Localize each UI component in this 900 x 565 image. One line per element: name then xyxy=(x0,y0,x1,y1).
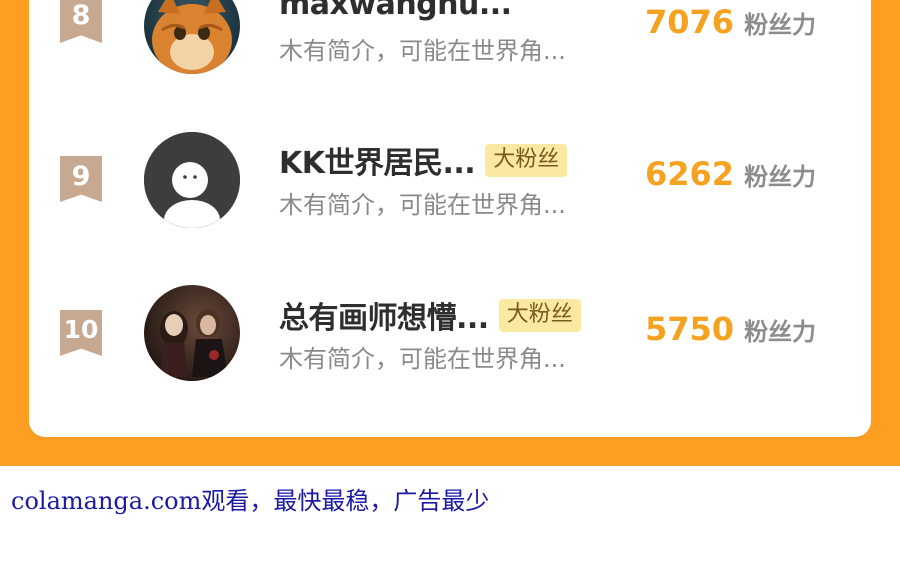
rank-badge: 9 xyxy=(60,156,102,202)
fan-power-unit: 粉丝力 xyxy=(744,163,817,191)
source-watermark-text: colamanga.com观看，最快最稳，广告最少 xyxy=(11,487,490,515)
default-ghost-avatar-icon xyxy=(144,132,240,228)
ranking-card: 8 maxwanghu... 木有简介，可能在世界角... 7076 粉丝力 9… xyxy=(29,0,871,437)
big-fan-badge: 大粉丝 xyxy=(498,298,581,332)
rank-number: 8 xyxy=(71,0,91,31)
cat-photo-avatar-icon xyxy=(144,0,240,74)
user-bio: 木有简介，可能在世界角... xyxy=(279,37,566,65)
user-name[interactable]: maxwanghu... xyxy=(279,0,512,22)
fan-power-score: 5750 粉丝力 xyxy=(645,310,816,348)
page: 8 maxwanghu... 木有简介，可能在世界角... 7076 粉丝力 9… xyxy=(0,0,900,565)
ranking-row[interactable]: 9 KK世界居民... 大粉丝 木有简介，可能在世界角... 6262 粉丝力 xyxy=(29,125,871,235)
user-avatar[interactable] xyxy=(144,285,240,381)
fan-power-unit: 粉丝力 xyxy=(744,11,817,39)
rank-number: 10 xyxy=(63,315,99,344)
user-name-line: KK世界居民... 大粉丝 xyxy=(279,138,568,182)
user-name[interactable]: KK世界居民... xyxy=(279,138,476,182)
rank-number: 9 xyxy=(71,161,91,192)
user-bio: 木有简介，可能在世界角... xyxy=(279,345,566,373)
user-avatar[interactable] xyxy=(144,0,240,74)
ranking-row[interactable]: 8 maxwanghu... 木有简介，可能在世界角... 7076 粉丝力 xyxy=(29,0,871,80)
fan-power-score: 7076 粉丝力 xyxy=(645,3,816,41)
user-name-line: maxwanghu... xyxy=(279,0,512,24)
rank-badge: 8 xyxy=(60,0,102,43)
fan-power-value: 6262 xyxy=(645,155,735,193)
user-bio: 木有简介，可能在世界角... xyxy=(279,191,566,219)
big-fan-badge: 大粉丝 xyxy=(485,143,568,177)
ranking-row[interactable]: 10 总有画师想懵... 大粉丝 木有简介，可能在世界角... 5750 粉丝力 xyxy=(29,279,871,389)
user-avatar[interactable] xyxy=(144,132,240,228)
fan-power-unit: 粉丝力 xyxy=(744,318,817,346)
fan-power-score: 6262 粉丝力 xyxy=(645,155,816,193)
fan-power-value: 5750 xyxy=(645,310,735,348)
fan-power-value: 7076 xyxy=(645,3,735,41)
anime-art-avatar-icon xyxy=(144,285,240,381)
rank-badge: 10 xyxy=(60,310,102,356)
user-name[interactable]: 总有画师想懵... xyxy=(279,293,489,337)
user-name-line: 总有画师想懵... 大粉丝 xyxy=(279,293,581,337)
ranking-panel-background: 8 maxwanghu... 木有简介，可能在世界角... 7076 粉丝力 9… xyxy=(0,0,900,466)
